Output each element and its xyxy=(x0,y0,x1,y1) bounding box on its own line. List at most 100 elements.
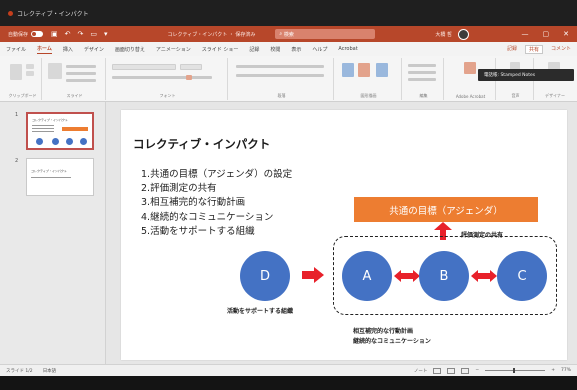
slide-canvas[interactable]: コレクティブ・インパクト 1.共通の目標（アジェンダ）の設定 2.評価測定の共有… xyxy=(121,110,567,360)
thumbnail-number: 1 xyxy=(15,112,19,118)
thumbnail-pane: 1 コレクティブ・インパクト 2 コレクティブ・インパクト xyxy=(0,102,106,364)
group-label: Adobe Acrobat xyxy=(455,94,486,99)
search-placeholder: 検索 xyxy=(283,31,294,38)
agenda-item: 1.共通の目標（アジェンダ）の設定 xyxy=(141,169,293,180)
zoom-level[interactable]: 77% xyxy=(561,368,571,373)
group-label: デザイナー xyxy=(545,93,565,98)
zoom-in-icon[interactable]: + xyxy=(551,368,555,373)
font-color-icon[interactable] xyxy=(186,75,192,80)
slide-title[interactable]: コレクティブ・インパクト xyxy=(133,136,270,152)
tab-0[interactable]: ファイル xyxy=(6,46,26,53)
group-label: 段落 xyxy=(277,93,286,98)
slide-sorter-icon[interactable] xyxy=(447,367,456,374)
user-name[interactable]: 大橋 哲 xyxy=(435,31,452,38)
close-icon[interactable]: ✕ xyxy=(563,30,569,38)
double-arrow-icon xyxy=(471,270,497,282)
paste-icon[interactable] xyxy=(10,64,22,80)
zoom-out-icon[interactable]: − xyxy=(475,368,479,373)
workspace: 1 コレクティブ・インパクト 2 コレクティブ・インパクト コレクティブ・インパ… xyxy=(0,102,577,364)
autosave-toggle[interactable]: 自動保存 xyxy=(8,31,44,38)
group-label: 図形描画 xyxy=(360,93,377,98)
group-label: クリップボード xyxy=(8,93,37,98)
window-title: コレクティブ・インパクト xyxy=(17,10,89,18)
node-d[interactable]: D xyxy=(240,251,290,301)
thumbnail-slide-1[interactable]: コレクティブ・インパクト xyxy=(26,112,94,150)
thumbnail-title: コレクティブ・インパクト xyxy=(32,118,68,122)
tab-4[interactable]: 画面切り替え xyxy=(115,46,145,53)
avatar[interactable] xyxy=(458,28,470,40)
document-title: コレクティブ・インパクト ・ 保存済み xyxy=(167,31,256,38)
undo-icon[interactable]: ↶ xyxy=(65,30,71,38)
tab-11[interactable]: Acrobat xyxy=(338,46,357,52)
shapes-icon[interactable] xyxy=(342,63,354,77)
tab-9[interactable]: 表示 xyxy=(291,46,301,53)
node-c[interactable]: C xyxy=(497,251,547,301)
record-button[interactable]: 記録 xyxy=(507,45,517,54)
present-icon[interactable]: ▭ xyxy=(90,30,97,38)
maximize-icon[interactable]: ▢ xyxy=(543,30,550,38)
thumbnail-title: コレクティブ・インパクト xyxy=(31,169,67,173)
redo-icon[interactable]: ↷ xyxy=(78,30,84,38)
language-indicator[interactable]: 日本語 xyxy=(43,368,57,374)
tab-5[interactable]: アニメーション xyxy=(156,46,191,53)
group-label: スライド xyxy=(66,93,83,98)
goal-box[interactable]: 共通の目標（アジェンダ） xyxy=(354,197,538,222)
agenda-list[interactable]: 1.共通の目標（アジェンダ）の設定 2.評価測定の共有 3.相互補完的な行動計画… xyxy=(141,168,292,239)
normal-view-icon[interactable] xyxy=(433,367,442,374)
node-b[interactable]: B xyxy=(419,251,469,301)
save-icon[interactable]: ▣ xyxy=(51,30,58,38)
agenda-item: 4.継続的なコミュニケーション xyxy=(141,211,274,223)
search-box[interactable]: ⌕ 検索 xyxy=(275,29,376,39)
support-label: 活動をサポートする組織 xyxy=(227,308,294,315)
thumbnail-slide-2[interactable]: コレクティブ・インパクト xyxy=(26,158,94,196)
node-a[interactable]: A xyxy=(342,251,392,301)
tab-7[interactable]: 記録 xyxy=(249,46,259,53)
arrange-icon[interactable] xyxy=(358,63,370,77)
acrobat-icon[interactable] xyxy=(464,62,476,74)
font-name-field[interactable] xyxy=(112,64,176,70)
autosave-label: 自動保存 xyxy=(8,31,29,38)
double-arrow-icon xyxy=(394,270,420,282)
quick-access-bar: 自動保存 ▣ ↶ ↷ ▭ ▾ コレクティブ・インパクト ・ 保存済み ⌕ 検索 … xyxy=(0,26,577,42)
reading-view-icon[interactable] xyxy=(461,367,470,374)
toggle-switch-icon[interactable] xyxy=(31,31,44,37)
ribbon-tabs: ファイル ホーム 挿入 デザイン 画面切り替え アニメーション スライド ショー 記録 校閲 表示… xyxy=(0,42,577,56)
slides-group: スライド xyxy=(44,58,106,100)
minimize-icon[interactable]: — xyxy=(522,30,529,38)
title-bar: コレクティブ・インパクト xyxy=(0,0,577,26)
slide-counter: スライド 1/2 xyxy=(6,368,33,374)
communication-label: 継続的なコミュニケーション xyxy=(353,338,431,345)
comments-button[interactable]: コメント xyxy=(551,45,571,54)
group-label: 編集 xyxy=(419,93,428,98)
font-group: フォント xyxy=(108,58,228,100)
tab-10[interactable]: ヘルプ xyxy=(312,46,327,53)
zoom-slider[interactable] xyxy=(485,368,546,373)
copy-icon[interactable] xyxy=(26,71,34,76)
agenda-item: 2.評価測定の共有 xyxy=(141,183,217,195)
tab-1[interactable]: ホーム xyxy=(37,45,52,54)
bottom-bar xyxy=(0,376,577,390)
cut-icon[interactable] xyxy=(26,64,34,69)
group-label: フォント xyxy=(159,93,176,98)
new-slide-icon[interactable] xyxy=(48,63,62,79)
paragraph-group: 段落 xyxy=(230,58,334,100)
powerpoint-logo-icon xyxy=(8,10,13,16)
tab-6[interactable]: スライド ショー xyxy=(202,46,239,53)
editing-group: 編集 xyxy=(404,58,444,100)
quick-styles-icon[interactable] xyxy=(376,63,388,77)
tooltip: 電話帳: Stamped Notes xyxy=(478,69,574,81)
group-label: 音声 xyxy=(511,93,520,98)
share-button[interactable]: 共有 xyxy=(524,44,543,54)
status-bar: スライド 1/2 日本語 ノート − + 77% xyxy=(0,364,577,376)
drawing-group: 図形描画 xyxy=(336,58,402,100)
font-size-field[interactable] xyxy=(180,64,202,70)
agenda-item: 3.相互補完的な行動計画 xyxy=(141,197,246,209)
notes-button[interactable]: ノート xyxy=(414,368,428,374)
tab-2[interactable]: 挿入 xyxy=(63,46,73,53)
thumbnail-number: 2 xyxy=(15,158,19,164)
clipboard-group: クリップボード xyxy=(4,58,42,100)
more-icon[interactable]: ▾ xyxy=(104,30,108,38)
agenda-item: 5.活動をサポートする組織 xyxy=(141,225,255,237)
tab-3[interactable]: デザイン xyxy=(84,46,104,53)
tab-8[interactable]: 校閲 xyxy=(270,46,280,53)
